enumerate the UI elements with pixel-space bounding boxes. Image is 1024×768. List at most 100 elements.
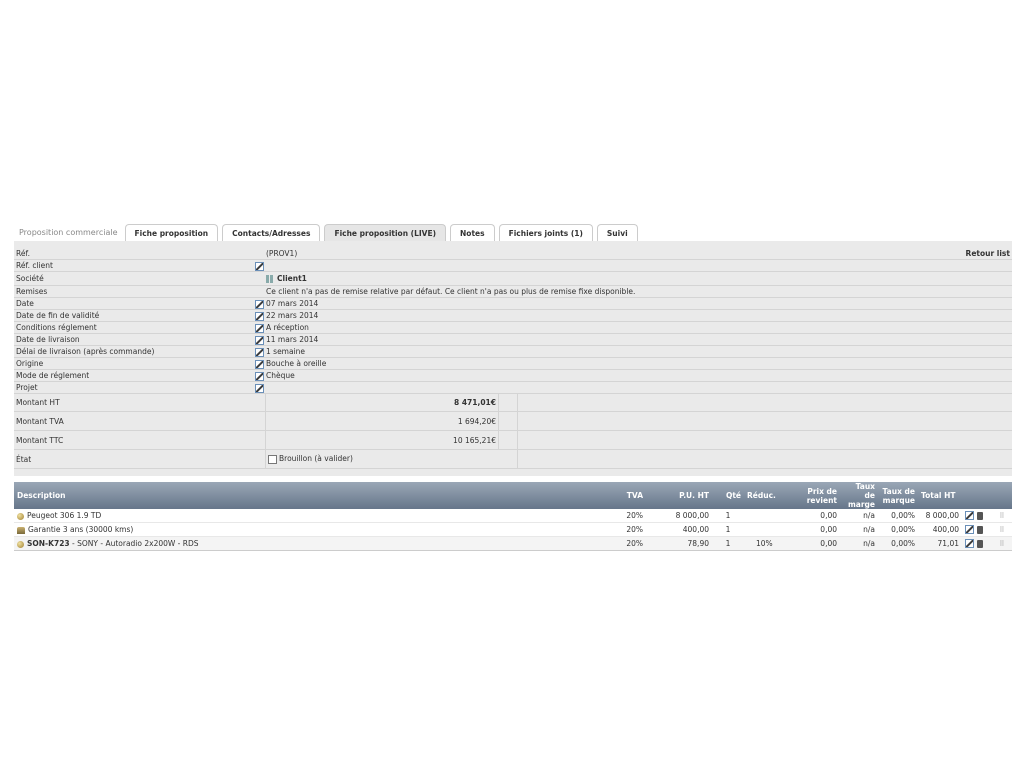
line-tva: 20%	[610, 509, 646, 523]
col-description: Description	[14, 482, 610, 509]
line-marque: 0,00%	[878, 509, 918, 523]
line-qty: 1	[712, 536, 744, 551]
line-cost: 0,00	[784, 509, 840, 523]
tab-1[interactable]: Contacts/Adresses	[222, 224, 321, 242]
label: Date de livraison	[14, 333, 255, 346]
row-ref: Réf. (PROV1) Retour list	[14, 248, 1012, 260]
label: Montant TVA	[14, 411, 266, 431]
amount-ht: 8 471,01€	[265, 393, 499, 412]
line-reduc	[744, 509, 784, 523]
edit-icon[interactable]	[255, 261, 264, 271]
line-reduc: 10%	[744, 536, 784, 551]
info-row: Remises Ce client n'a pas de remise relat…	[14, 285, 1012, 298]
drag-handle-icon[interactable]: ⠿	[999, 512, 1004, 520]
row-total-tva: Montant TVA 1 694,20€	[14, 411, 1012, 431]
label: État	[14, 449, 266, 469]
service-icon	[17, 526, 25, 534]
line-description: Garantie 3 ans (30000 kms)	[28, 525, 134, 534]
edit-icon[interactable]	[255, 311, 264, 321]
line-pu: 400,00	[646, 522, 712, 537]
line-qty: 1	[712, 522, 744, 537]
info-row: Société Client1	[14, 271, 1012, 286]
info-row: Délai de livraison (après commande) 1 sem…	[14, 345, 1012, 358]
amount-ttc: 10 165,21€	[265, 430, 499, 450]
value: 11 mars 2014	[266, 335, 319, 344]
label: Délai de livraison (après commande)	[14, 345, 255, 358]
product-icon	[17, 540, 24, 548]
col-tva: TVA	[610, 482, 646, 509]
value: 07 mars 2014	[266, 299, 319, 308]
line-row: Peugeot 306 1.9 TD 20% 8 000,00 1 0,00 n/a 0,0…	[14, 509, 1012, 523]
line-tva: 20%	[610, 522, 646, 537]
edit-icon[interactable]	[255, 335, 264, 345]
company-icon	[266, 275, 275, 283]
value: 1 semaine	[266, 347, 306, 356]
drag-handle-icon[interactable]: ⠿	[999, 540, 1004, 548]
col-reduc: Réduc.	[744, 482, 784, 509]
edit-icon[interactable]	[965, 511, 974, 521]
line-cost: 0,00	[784, 536, 840, 551]
line-description: - SONY - Autoradio 2x200W - RDS	[69, 539, 199, 548]
info-row: Date de livraison 11 mars 2014	[14, 333, 1012, 346]
edit-icon[interactable]	[255, 383, 264, 393]
row-total-ttc: Montant TTC 10 165,21€	[14, 430, 1012, 450]
delete-icon[interactable]	[977, 525, 983, 534]
line-tva: 20%	[610, 536, 646, 551]
tab-5[interactable]: Suivi	[596, 224, 638, 242]
edit-icon[interactable]	[255, 347, 264, 357]
company-link[interactable]: Client1	[277, 274, 307, 283]
edit-icon[interactable]	[255, 359, 264, 369]
label: Mode de réglement	[14, 369, 255, 382]
line-pu: 8 000,00	[646, 509, 712, 523]
totals-table: Montant HT 8 471,01€ Montant TVA 1 694,20€…	[14, 393, 1012, 469]
line-marge: n/a	[840, 509, 878, 523]
col-pu-ht: P.U. HT	[646, 482, 712, 509]
label: Projet	[14, 381, 255, 394]
tab-4[interactable]: Fichiers joints (1)	[498, 224, 593, 242]
row-total-ht: Montant HT 8 471,01€	[14, 393, 1012, 412]
tab-3[interactable]: Notes	[450, 224, 495, 242]
tab-2[interactable]: Fiche proposition (LIVE)	[324, 224, 447, 242]
delete-icon[interactable]	[977, 511, 983, 520]
col-markup-rate: Taux de marque	[878, 482, 918, 509]
edit-icon[interactable]	[255, 323, 264, 333]
info-table: Réf. (PROV1) Retour list Réf. client Soci…	[14, 248, 1012, 394]
label: Montant HT	[14, 393, 266, 412]
label: Remises	[14, 285, 255, 298]
status-value: Brouillon (à valider)	[279, 454, 353, 464]
line-pu: 78,90	[646, 536, 712, 551]
line-marge: n/a	[840, 536, 878, 551]
info-row: Réf. client	[14, 259, 1012, 272]
info-row: Projet	[14, 381, 1012, 394]
tab-0[interactable]: Fiche proposition	[124, 224, 219, 242]
col-total-ht: Total HT	[918, 482, 962, 509]
line-reduc	[744, 522, 784, 537]
col-margin-rate: Taux de marge	[840, 482, 878, 509]
edit-icon[interactable]	[255, 371, 264, 381]
edit-icon[interactable]	[965, 539, 974, 549]
value: Bouche à oreille	[266, 359, 327, 368]
col-cost-price: Prix de revient	[784, 482, 840, 509]
back-to-list-link[interactable]: Retour list	[579, 248, 1012, 260]
line-description: Peugeot 306 1.9 TD	[27, 511, 102, 520]
label: Conditions réglement	[14, 321, 255, 334]
line-marque: 0,00%	[878, 522, 918, 537]
delete-icon[interactable]	[977, 539, 983, 548]
lines-header: Description TVA P.U. HT Qté Réduc. Prix …	[14, 482, 1012, 509]
line-total: 71,01	[918, 536, 962, 551]
value: 22 mars 2014	[266, 311, 319, 320]
product-ref-link[interactable]: SON-K723	[27, 539, 70, 548]
label: Société	[14, 271, 255, 286]
drag-handle-icon[interactable]: ⠿	[999, 526, 1004, 534]
line-total: 8 000,00	[918, 509, 962, 523]
line-row: SON-K723 - SONY - Autoradio 2x200W - RDS…	[14, 536, 1012, 551]
label: Date	[14, 297, 255, 310]
edit-icon[interactable]	[255, 299, 264, 309]
proposal-card: Réf. (PROV1) Retour list Réf. client Soci…	[14, 241, 1012, 476]
line-cost: 0,00	[784, 522, 840, 537]
line-total: 400,00	[918, 522, 962, 537]
label: Réf.	[14, 248, 255, 260]
line-row: Garantie 3 ans (30000 kms) 20% 400,00 1 0,00…	[14, 522, 1012, 537]
line-qty: 1	[712, 509, 744, 523]
edit-icon[interactable]	[965, 525, 974, 535]
